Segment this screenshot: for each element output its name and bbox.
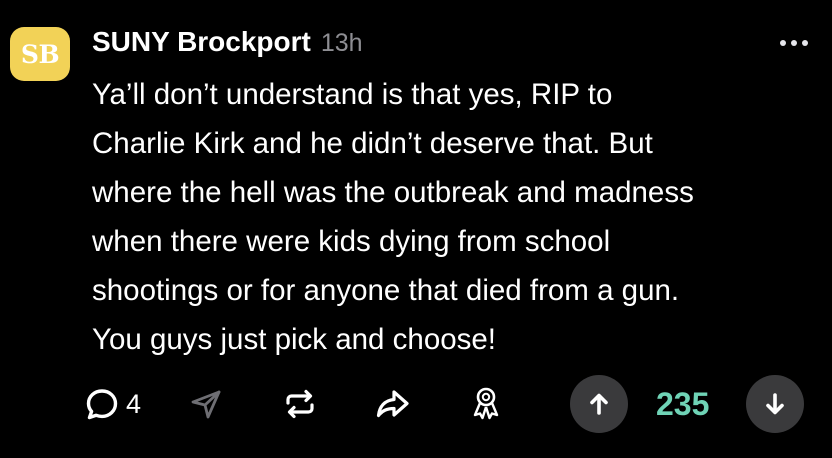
comment-button[interactable]: 4 xyxy=(84,372,141,436)
award-icon xyxy=(473,387,499,420)
avatar-initials: SB xyxy=(20,39,60,69)
post-line: when there were kids dying from school xyxy=(92,225,611,258)
post-line: shootings or for anyone that died from a… xyxy=(92,274,680,307)
post-line: where the hell was the outbreak and madn… xyxy=(92,176,694,209)
post-line: Ya’ll don’t understand is that yes, RIP … xyxy=(92,78,613,111)
vote-score: 235 xyxy=(656,372,709,436)
upvote-icon xyxy=(590,393,608,415)
downvote-icon xyxy=(766,393,784,415)
comment-count: 4 xyxy=(126,388,142,419)
comment-icon xyxy=(86,389,118,420)
score-count: 235 xyxy=(656,385,710,422)
forward-icon xyxy=(376,390,409,418)
avatar[interactable]: SB xyxy=(10,27,70,81)
forward-button[interactable] xyxy=(374,372,412,436)
share-send-button[interactable] xyxy=(188,372,224,436)
repost-icon xyxy=(286,389,314,419)
share-send-icon xyxy=(191,390,221,419)
post-line: Charlie Kirk and he didn’t deserve that.… xyxy=(92,127,653,160)
action-bar: 4 235 xyxy=(84,372,812,436)
author-name[interactable]: SUNY Brockport xyxy=(92,26,311,58)
downvote-button[interactable] xyxy=(746,372,804,436)
post-time: 13h xyxy=(320,29,363,57)
upvote-button[interactable] xyxy=(570,372,628,436)
award-button[interactable] xyxy=(468,372,504,436)
post-body: Ya’ll don’t understand is that yes, RIP … xyxy=(92,70,817,364)
post-header: SUNY Brockport 13h xyxy=(92,26,363,66)
post-line: You guys just pick and choose! xyxy=(92,323,496,356)
more-icon[interactable] xyxy=(780,40,808,46)
repost-button[interactable] xyxy=(282,372,318,436)
